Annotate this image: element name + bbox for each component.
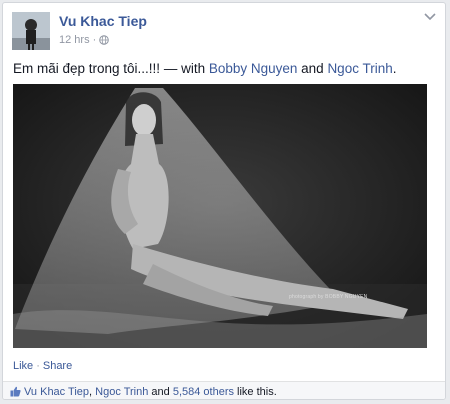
like-button[interactable]: Like: [13, 360, 33, 372]
post-card: Vu Khac Tiep 12 hrs · Em mãi đẹp trong t…: [2, 2, 446, 400]
status-message: Em mãi đẹp trong tôi...!!!: [13, 61, 161, 76]
status-with: — with: [160, 61, 209, 76]
avatar[interactable]: [12, 12, 50, 50]
status-end: .: [392, 61, 397, 76]
post-timestamp[interactable]: 12 hrs: [59, 34, 90, 46]
liker-link[interactable]: Vu Khac Tiep: [24, 386, 89, 398]
avatar-image: [12, 12, 50, 50]
status-and: and: [297, 61, 328, 76]
others-likes-link[interactable]: 5,584 others: [173, 386, 234, 398]
share-button[interactable]: Share: [43, 360, 72, 372]
chevron-down-icon[interactable]: [423, 11, 437, 23]
post-author-link[interactable]: Vu Khac Tiep: [59, 13, 147, 29]
photo-credit: photograph by BOBBY NGUYEN: [289, 294, 368, 300]
liker-link[interactable]: Ngoc Trinh: [95, 386, 148, 398]
globe-icon[interactable]: [99, 35, 110, 45]
post-status-text: Em mãi đẹp trong tôi...!!! — with Bobby …: [13, 61, 396, 76]
post-actions: Like · Share: [13, 360, 72, 372]
post-photo[interactable]: photograph by BOBBY NGUYEN: [13, 84, 427, 348]
thumbs-up-icon: [10, 386, 21, 397]
post-meta: 12 hrs ·: [59, 34, 110, 46]
tagged-user-link[interactable]: Bobby Nguyen: [209, 61, 298, 76]
likes-text: Vu Khac Tiep, Ngoc Trinh and 5,584 other…: [24, 386, 277, 398]
likes-suffix: like this.: [233, 386, 277, 398]
likes-summary: Vu Khac Tiep, Ngoc Trinh and 5,584 other…: [3, 381, 445, 399]
meta-separator: ·: [92, 34, 97, 46]
likes-and: and: [148, 386, 173, 398]
action-separator: ·: [36, 360, 40, 372]
tagged-user-link[interactable]: Ngoc Trinh: [327, 61, 392, 76]
photo-image: [13, 84, 427, 348]
